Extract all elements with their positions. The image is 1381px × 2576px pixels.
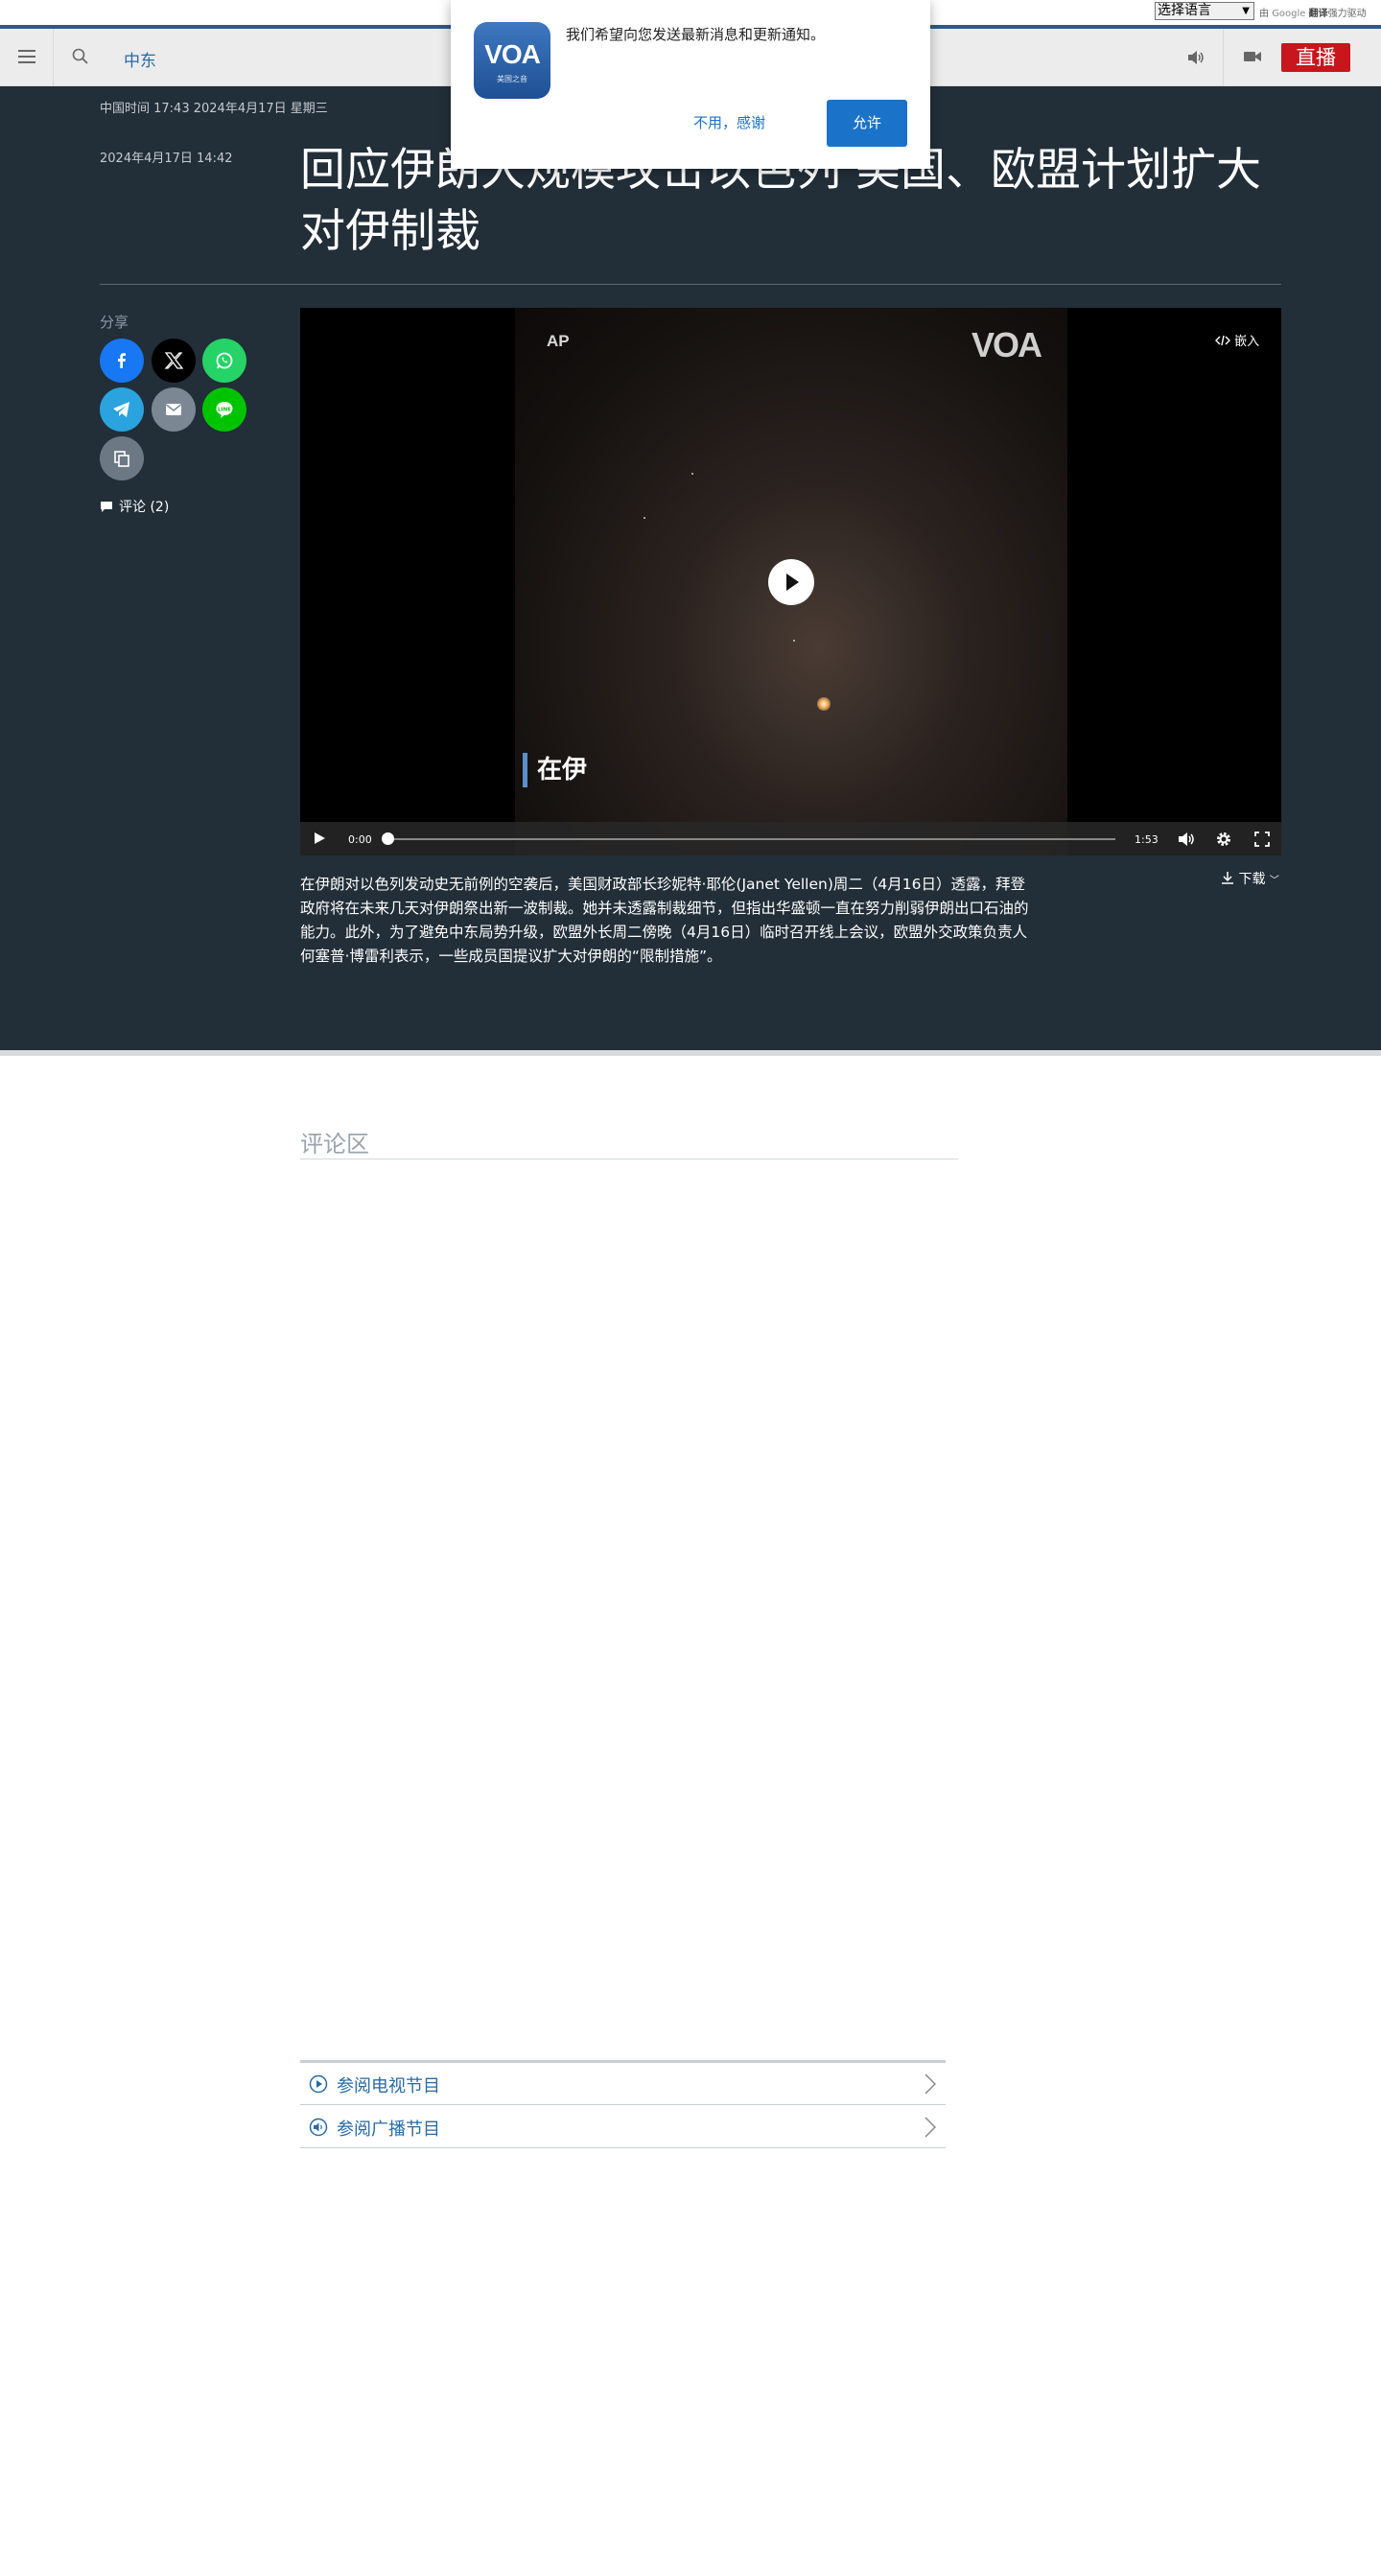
download-label: 下载	[1238, 872, 1266, 887]
language-select[interactable]: 选择语言 ▼	[1155, 2, 1254, 20]
video-button[interactable]	[1224, 29, 1281, 86]
speaker-icon	[1188, 51, 1204, 64]
powered-suffix: 强力驱动	[1327, 9, 1367, 19]
speaker-icon	[309, 2118, 328, 2137]
x-logo-icon	[164, 352, 183, 369]
comments-section-title: 评论区	[300, 1131, 369, 1158]
play-button[interactable]	[768, 559, 814, 605]
copy-icon	[114, 451, 129, 467]
hamburger-icon-line	[18, 61, 35, 63]
play-icon[interactable]	[313, 831, 326, 845]
chevron-down-icon: ▼	[1242, 6, 1250, 16]
menu-button[interactable]	[0, 29, 54, 86]
title-divider	[100, 284, 1281, 285]
comments-link-label: 评论 (2)	[119, 500, 170, 515]
telegram-icon	[113, 402, 129, 417]
notification-prompt: VOA 美国之音 我们希望向您发送最新消息和更新通知。 不用，感谢 允许	[451, 0, 930, 169]
embed-label: 嵌入	[1234, 335, 1260, 349]
hamburger-icon	[18, 50, 35, 52]
embed-button[interactable]: 嵌入	[1215, 331, 1259, 349]
whatsapp-icon	[216, 352, 233, 369]
current-time: 0:00	[348, 833, 372, 846]
email-icon	[166, 404, 181, 415]
video-camera-icon	[1244, 52, 1261, 61]
share-telegram-button[interactable]	[100, 387, 144, 432]
radio-programs-link[interactable]: 参阅广播节目	[300, 2106, 946, 2148]
line-app-icon: LINE	[216, 402, 233, 418]
voa-app-icon: VOA 美国之音	[474, 22, 550, 99]
language-select-value: 选择语言	[1158, 3, 1211, 18]
play-circle-icon	[309, 2074, 328, 2094]
video-flare	[817, 697, 831, 711]
chevron-right-icon	[925, 2117, 936, 2138]
share-x-button[interactable]	[152, 339, 196, 383]
copy-link-button[interactable]	[100, 436, 144, 480]
chevron-right-icon	[925, 2073, 936, 2095]
seek-bar[interactable]	[388, 838, 1115, 840]
download-button[interactable]: 下载 ﹀	[1221, 869, 1279, 888]
seek-handle[interactable]	[382, 832, 394, 845]
notification-message: 我们希望向您发送最新消息和更新通知。	[566, 26, 826, 43]
share-email-button[interactable]	[152, 387, 196, 432]
search-button[interactable]	[54, 29, 107, 86]
comments-link[interactable]: 评论 (2)	[100, 497, 169, 516]
play-icon	[786, 574, 799, 591]
powered-prefix: 由	[1259, 9, 1269, 19]
gear-icon[interactable]	[1215, 831, 1232, 848]
facebook-icon	[118, 353, 126, 368]
google-logo: Google	[1272, 9, 1306, 19]
voa-app-icon-text: VOA	[484, 39, 541, 69]
dateline: 中国时间 17:43 2024年4月17日 星期三	[100, 102, 328, 116]
article-summary: 在伊朗对以色列发动史无前例的空袭后，美国财政部长珍妮特·耶伦(Janet Yel…	[300, 876, 1029, 965]
section-link[interactable]: 中东	[124, 47, 156, 71]
video-star	[793, 640, 795, 642]
live-button[interactable]: 直播	[1281, 43, 1350, 72]
share-facebook-button[interactable]	[100, 339, 144, 383]
article-header: 中国时间 17:43 2024年4月17日 星期三 2024年4月17日 14:…	[0, 86, 1381, 1050]
audio-button[interactable]	[1166, 29, 1224, 86]
download-icon	[1222, 872, 1233, 884]
ap-logo: AP	[547, 332, 570, 350]
video-star	[691, 473, 693, 475]
duration: 1:53	[1135, 833, 1159, 846]
tv-programs-link[interactable]: 参阅电视节目	[300, 2063, 946, 2105]
chevron-down-icon: ﹀	[1269, 876, 1279, 886]
share-label: 分享	[100, 314, 129, 331]
share-line-button[interactable]: LINE	[202, 387, 246, 432]
article-bottom-border	[0, 1050, 1381, 1056]
translate-label: 翻译	[1308, 9, 1328, 19]
volume-icon[interactable]	[1178, 831, 1195, 847]
share-whatsapp-button[interactable]	[202, 339, 246, 383]
voa-watermark: VOA	[971, 325, 1042, 364]
allow-button[interactable]: 允许	[827, 100, 907, 147]
search-icon	[72, 48, 88, 64]
fullscreen-icon[interactable]	[1254, 831, 1270, 847]
deny-button[interactable]: 不用，感谢	[693, 112, 765, 132]
powered-by-google: 由 Google 翻译强力驱动	[1259, 5, 1367, 19]
radio-programs-label: 参阅广播节目	[337, 2119, 440, 2140]
video-player[interactable]: AP VOA 嵌入 在伊 0:00 1:53	[300, 308, 1281, 855]
tv-programs-label: 参阅电视节目	[337, 2076, 440, 2096]
code-icon	[1215, 335, 1230, 346]
published-date: 2024年4月17日 14:42	[100, 152, 233, 166]
hamburger-icon-line	[18, 56, 35, 58]
comment-icon	[101, 502, 112, 512]
player-controls: 0:00 1:53	[300, 822, 1281, 855]
video-caption: 在伊	[523, 753, 587, 787]
video-star	[644, 517, 645, 519]
voa-app-icon-subtext: 美国之音	[497, 75, 527, 83]
svg-text:LINE: LINE	[218, 408, 231, 413]
